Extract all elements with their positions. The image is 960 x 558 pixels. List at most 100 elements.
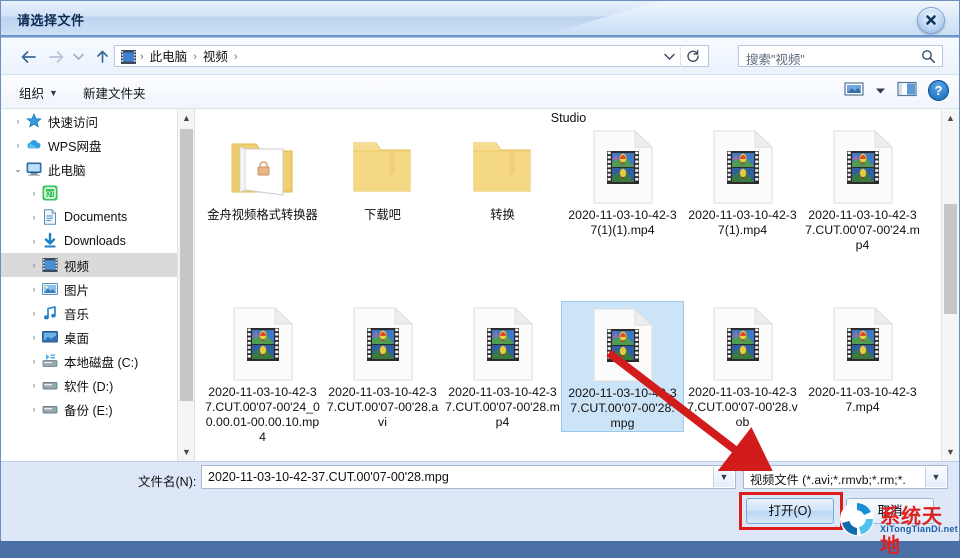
file-tile[interactable]: 2020-11-03-10-42-37(1)(1).mp4 [561, 124, 684, 238]
sidebar-item-label: 图片 [64, 283, 90, 298]
sidebar-item-label: 视频 [64, 259, 90, 274]
file-tile[interactable]: 2020-11-03-10-42-37.CUT.00'07-00'28.vob [681, 301, 804, 430]
chevron-down-icon: ▼ [49, 88, 58, 98]
chevron-right-icon[interactable]: › [11, 116, 25, 126]
documents-icon [41, 208, 59, 226]
up-arrow-icon [96, 50, 108, 64]
filetype-dropdown-button[interactable]: ▼ [925, 467, 946, 487]
cloud-icon [25, 136, 43, 154]
sidebar-item-qt[interactable]: › QT [1, 181, 177, 205]
sidebar-item-音乐[interactable]: › 音乐 [1, 301, 177, 325]
chevron-right-icon[interactable]: › [27, 260, 41, 270]
address-bar[interactable]: › 此电脑 › 视频 › [114, 45, 709, 67]
sidebar-item-本地磁盘 (C:)[interactable]: › 本地磁盘 (C:) [1, 349, 177, 373]
search-input[interactable]: 搜索"视频" [738, 45, 943, 67]
sidebar-item-视频[interactable]: › 视频 [1, 253, 177, 277]
file-tile[interactable]: 2020-11-03-10-42-37.mp4 [801, 301, 924, 415]
file-pane-scroll-thumb[interactable] [944, 204, 957, 314]
organize-label: 组织 [19, 87, 45, 101]
navigation-pane: › 快速访问 › WPS网盘 ⌄ 此电脑 › QT › Documents › Downloads › 视… [1, 109, 177, 461]
file-tile[interactable]: 转换 [441, 124, 564, 223]
file-tile-label: 2020-11-03-10-42-37.CUT.00'07-00'28.vob [687, 385, 798, 429]
video-file-icon [681, 128, 804, 206]
sidebar-scroll-thumb[interactable] [180, 129, 193, 401]
help-glyph: ? [934, 83, 943, 98]
sidebar-item-Downloads[interactable]: › Downloads [1, 229, 177, 253]
chevron-right-icon[interactable]: › [27, 380, 41, 390]
chevron-down-icon [664, 53, 675, 60]
title-bar: 请选择文件 [1, 1, 959, 38]
file-tile-label: 2020-11-03-10-42-37.CUT.00'07-00'28.mp4 [445, 385, 560, 429]
sidebar-item-label: WPS网盘 [48, 139, 102, 154]
file-tile-selected[interactable]: 2020-11-03-10-42-37.CUT.00'07-00'28.mpg [561, 301, 684, 432]
address-dropdown-button[interactable] [663, 50, 676, 64]
forward-button[interactable] [45, 46, 67, 66]
help-button[interactable]: ? [928, 80, 949, 101]
file-tile[interactable]: 2020-11-03-10-42-37.CUT.00'07-00'28.avi [321, 301, 444, 430]
file-tile-label: 2020-11-03-10-42-37(1).mp4 [688, 208, 797, 237]
organize-button[interactable]: 组织 ▼ [19, 83, 58, 102]
refresh-button[interactable] [686, 49, 700, 66]
command-bar: 组织 ▼ 新建文件夹 ? [1, 75, 959, 109]
sidebar-scrollbar[interactable]: ▲ ▼ [177, 109, 195, 461]
file-tile-label: 金舟视频格式转换器 [207, 208, 318, 222]
scroll-down-icon[interactable]: ▼ [178, 443, 195, 461]
videos-folder-icon [121, 50, 136, 64]
file-tile[interactable]: 2020-11-03-10-42-37.CUT.00'07-00'28.mp4 [441, 301, 564, 430]
sidebar-item-软件 (D:)[interactable]: › 软件 (D:) [1, 373, 177, 397]
file-tile[interactable]: 2020-11-03-10-42-37.CUT.00'07-00'24_00.0… [201, 301, 324, 445]
chevron-right-icon[interactable]: › [27, 332, 41, 342]
chevron-right-icon[interactable]: › [27, 284, 41, 294]
file-pane-scrollbar[interactable]: ▲ ▼ [941, 109, 959, 461]
back-arrow-icon [21, 50, 36, 63]
video-file-icon [561, 128, 684, 206]
sidebar-item-桌面[interactable]: › 桌面 [1, 325, 177, 349]
filetype-combobox[interactable]: 视频文件 (*.avi;*.rmvb;*.rm;*. ▼ [743, 465, 948, 489]
command-bar-icons: ? [844, 80, 949, 101]
chevron-right-icon[interactable]: › [11, 140, 25, 150]
close-button[interactable] [917, 7, 945, 34]
preview-pane-button[interactable] [897, 81, 917, 100]
breadcrumb-item-1[interactable]: 视频 [198, 48, 233, 66]
file-tile[interactable]: 2020-11-03-10-42-37.CUT.00'07-00'24.mp4 [801, 124, 924, 253]
chevron-right-icon[interactable]: › [27, 404, 41, 414]
chevron-right-icon[interactable]: › [27, 212, 41, 222]
sidebar-item-快速访问[interactable]: › 快速访问 [1, 109, 177, 133]
scroll-up-icon[interactable]: ▲ [942, 109, 959, 127]
scroll-up-icon[interactable]: ▲ [178, 109, 195, 127]
sidebar-item-Documents[interactable]: › Documents [1, 205, 177, 229]
chevron-down-icon[interactable]: ⌄ [11, 164, 25, 175]
back-button[interactable] [17, 46, 39, 66]
sidebar-item-WPS网盘[interactable]: › WPS网盘 [1, 133, 177, 157]
view-dropdown-button[interactable] [875, 84, 886, 98]
open-button-highlight-annotation [739, 492, 843, 530]
file-tile-label: 转换 [490, 208, 515, 222]
file-tile[interactable]: 下载吧 [321, 124, 444, 223]
chevron-right-icon[interactable]: › [27, 236, 41, 246]
file-tile[interactable]: 金舟视频格式转换器 [201, 124, 324, 223]
file-tile-label: 2020-11-03-10-42-37.CUT.00'07-00'28.avi [326, 385, 439, 429]
chevron-right-icon[interactable]: › [27, 308, 41, 318]
recycle-arrows-logo [840, 502, 874, 536]
sidebar-item-备份 (E:)[interactable]: › 备份 (E:) [1, 397, 177, 421]
computer-icon [25, 160, 43, 178]
filename-input[interactable]: 2020-11-03-10-42-37.CUT.00'07-00'28.mpg … [201, 465, 736, 489]
file-list-pane[interactable]: Studio 金舟视频格式转换器 下载吧 转换 2020-11-03-10-42-37… [195, 109, 942, 461]
breadcrumb-item-0[interactable]: 此电脑 [145, 48, 193, 66]
sidebar-item-此电脑[interactable]: ⌄ 此电脑 [1, 157, 177, 181]
chevron-right-icon[interactable]: › [27, 356, 41, 366]
file-tile[interactable]: 2020-11-03-10-42-37(1).mp4 [681, 124, 804, 238]
sidebar-item-图片[interactable]: › 图片 [1, 277, 177, 301]
scroll-down-icon[interactable]: ▼ [942, 443, 959, 461]
chevron-right-icon[interactable]: › [27, 188, 41, 198]
file-tile-label: 2020-11-03-10-42-37.mp4 [808, 385, 917, 414]
new-folder-button[interactable]: 新建文件夹 [83, 83, 146, 102]
videos-icon [41, 256, 59, 274]
recent-locations-button[interactable] [67, 46, 89, 66]
drive-icon [41, 376, 59, 394]
view-layout-button[interactable] [844, 81, 864, 100]
filename-dropdown-button[interactable]: ▼ [713, 467, 734, 487]
sidebar-item-label: Documents [64, 210, 128, 224]
up-button[interactable] [91, 46, 113, 66]
file-tile-label: 2020-11-03-10-42-37.CUT.00'07-00'24_00.0… [205, 385, 320, 444]
